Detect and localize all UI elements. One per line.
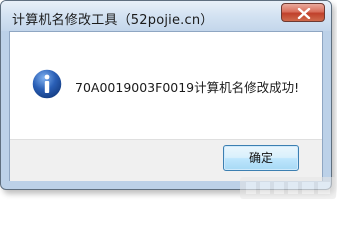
title-bar[interactable]: 计算机名修改工具（52pojie.cn） <box>1 1 331 31</box>
close-icon <box>297 8 311 19</box>
message-text: 70A0019003F0019计算机名修改成功! <box>75 80 300 95</box>
message-dialog: 计算机名修改工具（52pojie.cn） 70A0019003F0019计算机名… <box>0 0 332 190</box>
ok-button[interactable]: 确定 <box>223 145 299 171</box>
watermark-logo <box>240 177 336 199</box>
info-icon <box>31 68 63 100</box>
close-button[interactable] <box>281 3 325 22</box>
window-title: 计算机名修改工具（52pojie.cn） <box>12 13 214 28</box>
